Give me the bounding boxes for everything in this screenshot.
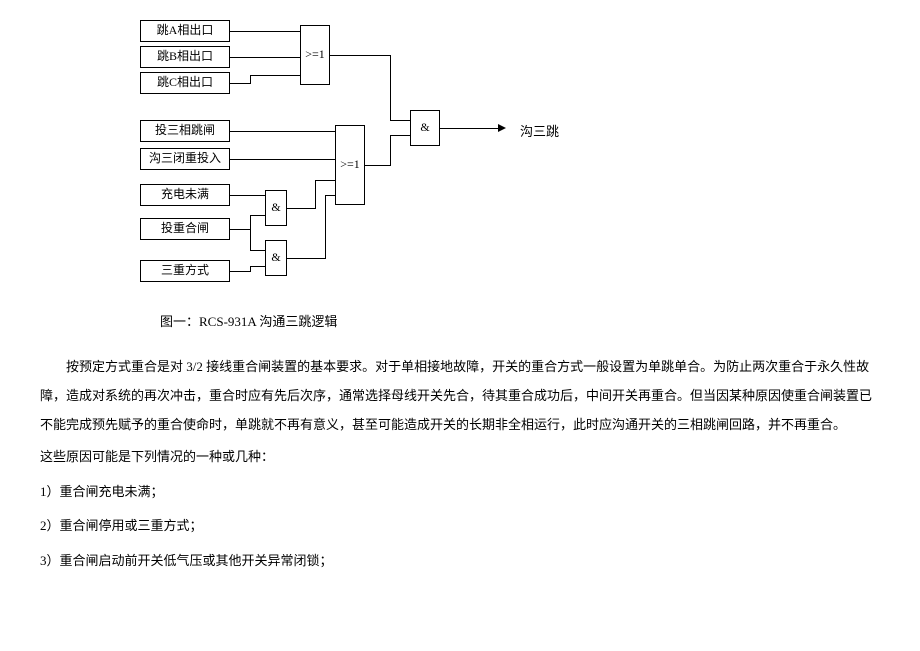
and-gate-final: & [410,110,440,146]
text: 这些原因可能是下列情况的一种或几种： [40,449,274,464]
label: 跳C相出口 [157,72,213,94]
text: 2）重合闸停用或三重方式； [40,518,203,533]
label: 三重方式 [161,260,209,282]
diagram-caption: 图一：RCS-931A 沟通三跳逻辑 [160,310,880,333]
label: 跳B相出口 [157,46,213,68]
list-item-3: 3）重合闸启动前开关低气压或其他开关异常闭锁； [40,547,880,576]
gate-label: & [271,197,280,219]
output-label: 沟三跳 [520,120,559,143]
label: 投重合闸 [161,218,209,240]
label: 充电未满 [161,184,209,206]
list-item-1: 1）重合闸充电未满； [40,478,880,507]
text: 沟三跳 [520,124,559,139]
text: 1）重合闸充电未满； [40,484,164,499]
or-gate-2: >=1 [335,125,365,205]
gate-label: >=1 [305,44,325,66]
and-gate-2: & [265,240,287,276]
gate-label: >=1 [340,154,360,176]
list-intro: 这些原因可能是下列情况的一种或几种： [40,443,880,472]
text: 图一：RCS-931A 沟通三跳逻辑 [160,314,337,329]
label: 沟三闭重投入 [149,148,221,170]
gate-label: & [271,247,280,269]
main-paragraph: 按预定方式重合是对 3/2 接线重合闸装置的基本要求。对于单相接地故障，开关的重… [40,353,880,439]
label: 投三相跳闸 [155,120,215,142]
input-block-reclose: 沟三闭重投入 [140,148,230,170]
input-trip-c: 跳C相出口 [140,72,230,94]
or-gate-1: >=1 [300,25,330,85]
and-gate-1: & [265,190,287,226]
logic-diagram: 跳A相出口 跳B相出口 跳C相出口 投三相跳闸 沟三闭重投入 充电未满 投重合闸… [140,20,740,300]
input-triple-mode: 三重方式 [140,260,230,282]
text: 3）重合闸启动前开关低气压或其他开关异常闭锁； [40,553,333,568]
gate-label: & [420,117,429,139]
input-charge-incomplete: 充电未满 [140,184,230,206]
input-trip-b: 跳B相出口 [140,46,230,68]
input-three-trip: 投三相跳闸 [140,120,230,142]
input-trip-a: 跳A相出口 [140,20,230,42]
text: 按预定方式重合是对 3/2 接线重合闸装置的基本要求。对于单相接地故障，开关的重… [40,359,872,431]
input-reclose-enable: 投重合闸 [140,218,230,240]
list-item-2: 2）重合闸停用或三重方式； [40,512,880,541]
label: 跳A相出口 [157,20,214,42]
